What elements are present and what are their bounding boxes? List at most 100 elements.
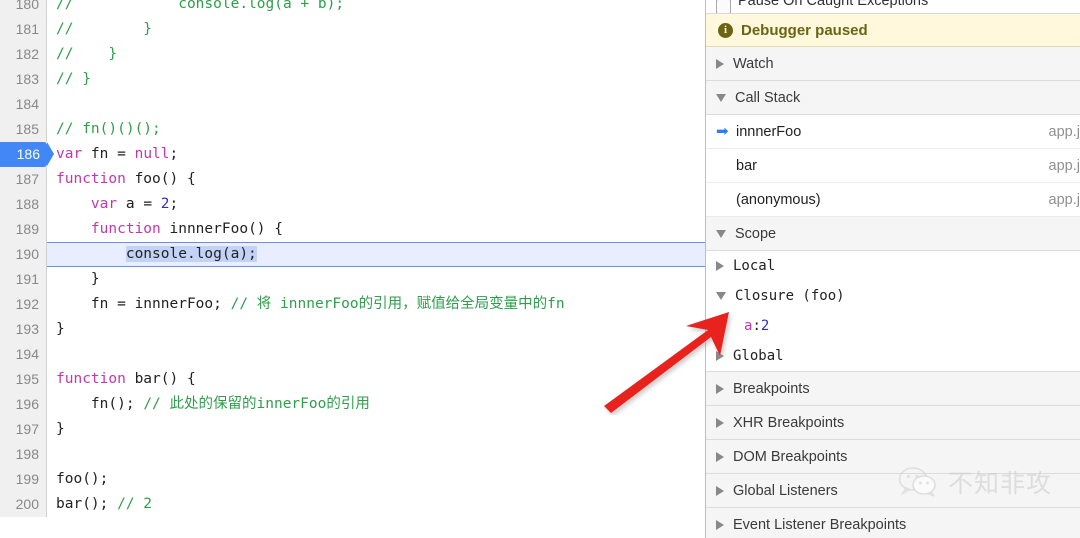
code-token: foo(); xyxy=(56,471,109,487)
line-number[interactable]: 199 xyxy=(0,467,47,492)
chevron-right-icon xyxy=(716,261,724,271)
code-line[interactable]: 181 // } xyxy=(0,17,705,42)
line-number[interactable]: 181 xyxy=(0,17,47,42)
section-dom-breakpoints[interactable]: DOM Breakpoints xyxy=(706,440,1080,474)
line-number[interactable]: 184 xyxy=(0,92,47,117)
scope-entry[interactable]: Global xyxy=(706,341,1080,371)
code-line[interactable]: 191 } xyxy=(0,267,705,292)
line-number[interactable]: 183 xyxy=(0,67,47,92)
code-token: // console.log(a + b); xyxy=(56,0,345,12)
code-line[interactable]: 195 function bar() { xyxy=(0,367,705,392)
code-token: function xyxy=(90,221,161,237)
line-number[interactable]: 198 xyxy=(0,442,47,467)
breakpoint-marker[interactable]: 186 xyxy=(0,142,54,167)
scope-property[interactable]: a: 2 xyxy=(706,311,1080,341)
line-number[interactable]: 180 xyxy=(0,0,47,17)
code-line-text[interactable] xyxy=(47,442,705,467)
code-line-text[interactable]: bar(); // 2 xyxy=(47,492,705,517)
code-line[interactable]: 200 bar(); // 2 xyxy=(0,492,705,517)
code-line-text[interactable]: var fn = null; xyxy=(47,142,705,167)
section-watch[interactable]: Watch xyxy=(706,47,1080,81)
scope-entry[interactable]: Closure (foo) xyxy=(706,281,1080,311)
line-number[interactable]: 190 xyxy=(0,242,47,267)
code-line-text[interactable]: foo(); xyxy=(47,467,705,492)
code-line-text[interactable]: function foo() { xyxy=(47,167,705,192)
section-scope[interactable]: Scope xyxy=(706,217,1080,251)
line-number[interactable]: 188 xyxy=(0,192,47,217)
code-line-text[interactable] xyxy=(47,92,705,117)
pause-on-caught-exceptions-row[interactable]: Pause On Caught Exceptions xyxy=(706,0,1080,14)
line-number[interactable]: 194 xyxy=(0,342,47,367)
code-line[interactable]: 185 // fn()()(); xyxy=(0,117,705,142)
section-xhr-breakpoints[interactable]: XHR Breakpoints xyxy=(706,406,1080,440)
call-stack-frames: ➡ innnerFoo app.j bar app.j (anonymous) app.j xyxy=(706,115,1080,217)
code-line[interactable]: 199 foo(); xyxy=(0,467,705,492)
section-breakpoints[interactable]: Breakpoints xyxy=(706,372,1080,406)
chevron-right-icon xyxy=(716,58,724,69)
code-line-text[interactable]: // fn()()(); xyxy=(47,117,705,142)
sources-code-editor[interactable]: 180// console.log(a + b); 181// } 182// } 1… xyxy=(0,0,705,538)
line-number[interactable]: 192 xyxy=(0,292,47,317)
section-label: Global Listeners xyxy=(733,482,838,499)
code-token: var xyxy=(56,146,83,162)
code-line-text[interactable]: // console.log(a + b); xyxy=(47,0,705,17)
code-token: fn = xyxy=(82,146,135,162)
code-token: var xyxy=(90,196,118,212)
section-call-stack[interactable]: Call Stack xyxy=(706,81,1080,115)
code-line[interactable]: 189 function innnerFoo() { xyxy=(0,217,705,242)
code-line-text[interactable]: function bar() { xyxy=(47,367,705,392)
code-line[interactable]: 186 var fn = null; xyxy=(0,142,705,167)
call-stack-frame[interactable]: bar app.j xyxy=(706,149,1080,183)
line-number[interactable]: 187 xyxy=(0,167,47,192)
code-token: } xyxy=(56,271,100,287)
code-line[interactable]: 184 xyxy=(0,92,705,117)
code-line-text[interactable]: } xyxy=(47,417,705,442)
code-line-text[interactable]: } xyxy=(47,267,705,292)
pause-on-caught-exceptions-label: Pause On Caught Exceptions xyxy=(738,0,929,9)
line-number[interactable]: 200 xyxy=(0,492,47,517)
section-label: DOM Breakpoints xyxy=(733,448,848,465)
code-line-text[interactable]: function innnerFoo() { xyxy=(47,217,705,242)
code-line-text[interactable]: fn = innnerFoo; // 将 innnerFoo的引用，赋值给全局变… xyxy=(47,292,705,317)
code-line[interactable]: 194 xyxy=(0,342,705,367)
code-line[interactable]: 187 function foo() { xyxy=(0,167,705,192)
code-line[interactable]: 182 // } xyxy=(0,42,705,67)
code-line[interactable]: 196 fn(); // 此处的保留的innerFoo的引用 xyxy=(0,392,705,417)
code-line-text[interactable]: // } xyxy=(47,42,705,67)
code-token: // 2 xyxy=(117,496,153,512)
code-line-text[interactable]: fn(); // 此处的保留的innerFoo的引用 xyxy=(47,392,705,417)
code-line-text[interactable] xyxy=(47,342,705,367)
line-number[interactable]: 182 xyxy=(0,42,47,67)
code-line-text[interactable]: var a = 2; xyxy=(47,192,705,217)
line-number[interactable]: 197 xyxy=(0,417,47,442)
line-number[interactable]: 191 xyxy=(0,267,47,292)
line-number[interactable]: 193 xyxy=(0,317,47,342)
call-stack-frame-location: app.j xyxy=(1048,157,1080,174)
code-line-text[interactable]: // } xyxy=(47,17,705,42)
section-scope-label: Scope xyxy=(735,225,777,242)
call-stack-frame[interactable]: (anonymous) app.j xyxy=(706,183,1080,217)
code-line[interactable]: 188 var a = 2; xyxy=(0,192,705,217)
code-line-text[interactable]: } xyxy=(47,317,705,342)
line-number[interactable]: 185 xyxy=(0,117,47,142)
code-lines-container[interactable]: 180// console.log(a + b); 181// } 182// } 1… xyxy=(0,0,705,517)
code-line[interactable]: 193} xyxy=(0,317,705,342)
code-token: function xyxy=(56,371,126,387)
line-number[interactable]: 195 xyxy=(0,367,47,392)
code-line[interactable]: 192 fn = innnerFoo; // 将 innnerFoo的引用，赋值… xyxy=(0,292,705,317)
section-global-listeners[interactable]: Global Listeners xyxy=(706,474,1080,508)
code-line-text[interactable]: // } xyxy=(47,67,705,92)
section-event-listener-breakpoints[interactable]: Event Listener Breakpoints xyxy=(706,508,1080,538)
code-line[interactable]: 190 console.log(a); xyxy=(0,242,705,267)
line-number[interactable]: 196 xyxy=(0,392,47,417)
call-stack-frame[interactable]: ➡ innnerFoo app.j xyxy=(706,115,1080,149)
code-line[interactable]: 198 xyxy=(0,442,705,467)
pause-on-caught-exceptions-checkbox[interactable] xyxy=(716,0,731,13)
line-number[interactable]: 189 xyxy=(0,217,47,242)
code-token: ; xyxy=(169,196,179,212)
code-line[interactable]: 197} xyxy=(0,417,705,442)
code-line[interactable]: 183 // } xyxy=(0,67,705,92)
code-line-text[interactable]: console.log(a); xyxy=(47,242,705,267)
scope-entry[interactable]: Local xyxy=(706,251,1080,281)
code-line[interactable]: 180 // console.log(a + b); xyxy=(0,0,705,17)
